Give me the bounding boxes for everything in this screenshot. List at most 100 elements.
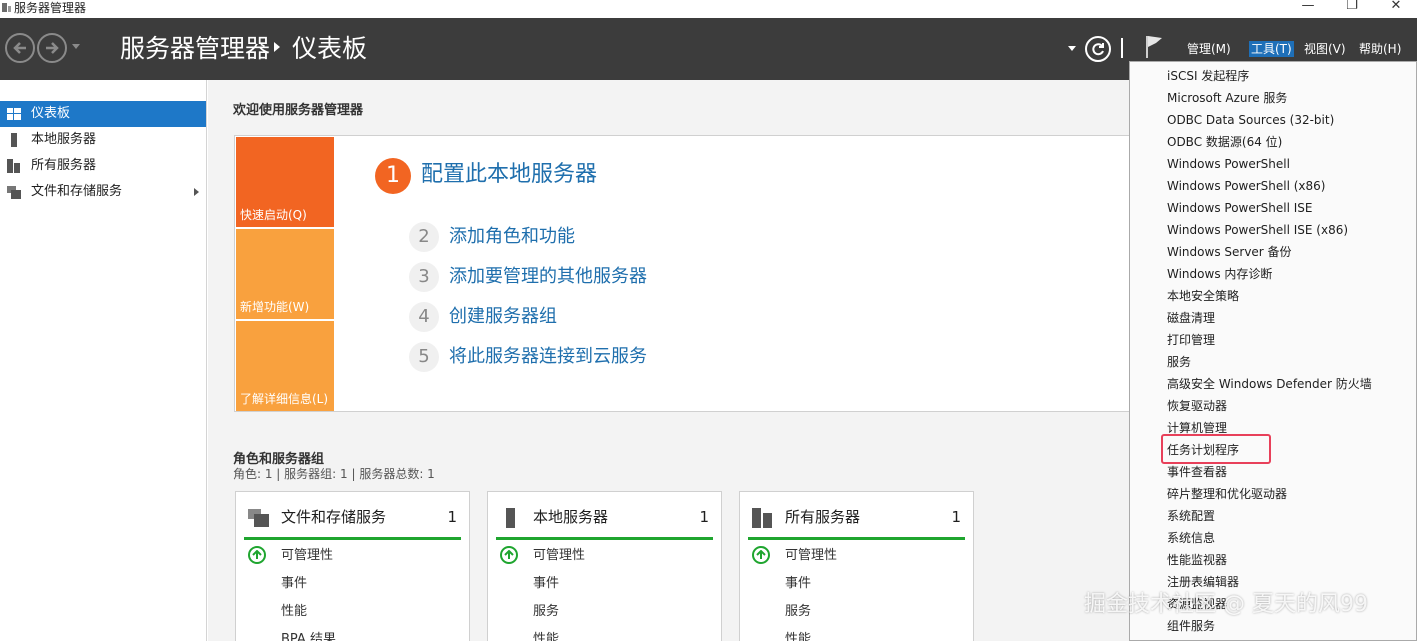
header-dropdown-icon[interactable] bbox=[1068, 46, 1076, 51]
refresh-button[interactable] bbox=[1085, 36, 1111, 62]
highlight-box bbox=[1161, 434, 1271, 464]
tile-label: 快速启动(Q) bbox=[240, 208, 307, 222]
notification-flag-icon[interactable] bbox=[1144, 34, 1164, 60]
storage-icon bbox=[248, 509, 269, 527]
sidebar-item-label: 所有服务器 bbox=[31, 158, 97, 173]
server-icon bbox=[11, 133, 17, 147]
status-bar bbox=[496, 537, 713, 540]
close-button[interactable]: ✕ bbox=[1376, 0, 1416, 18]
sidebar-item-all-servers[interactable]: 所有服务器 bbox=[0, 153, 206, 179]
menu-item-powershell-ise[interactable]: Windows PowerShell ISE bbox=[1167, 199, 1313, 217]
menu-item-system-configuration[interactable]: 系统配置 bbox=[1167, 507, 1215, 525]
menu-tools[interactable]: 工具(T) bbox=[1249, 41, 1294, 57]
server-manager-app-icon bbox=[2, 3, 11, 12]
step-link-create-group[interactable]: 创建服务器组 bbox=[449, 302, 557, 332]
card-title: 所有服务器 bbox=[785, 508, 861, 526]
menu-item-print-management[interactable]: 打印管理 bbox=[1167, 331, 1215, 349]
back-button[interactable] bbox=[5, 33, 35, 63]
restore-button[interactable]: ❐ bbox=[1332, 0, 1372, 18]
step-link-add-roles[interactable]: 添加角色和功能 bbox=[449, 222, 575, 252]
breadcrumb-separator-icon bbox=[274, 42, 280, 52]
menu-item-server-backup[interactable]: Windows Server 备份 bbox=[1167, 243, 1292, 261]
status-ok-icon bbox=[500, 546, 518, 564]
server-icon bbox=[506, 508, 515, 528]
sidebar-item-dashboard[interactable]: 仪表板 bbox=[0, 101, 206, 127]
menu-item-odbc-64[interactable]: ODBC 数据源(64 位) bbox=[1167, 133, 1282, 151]
card-row-performance[interactable]: 性能 bbox=[281, 603, 307, 621]
sidebar-item-label: 仪表板 bbox=[31, 106, 71, 121]
step-number-2: 2 bbox=[409, 222, 439, 252]
role-card-local-server[interactable]: 本地服务器 1 可管理性 事件 服务 性能 bbox=[487, 491, 722, 641]
refresh-icon bbox=[1092, 43, 1104, 56]
menu-item-local-security-policy[interactable]: 本地安全策略 bbox=[1167, 287, 1239, 305]
step-link-add-servers[interactable]: 添加要管理的其他服务器 bbox=[449, 262, 647, 292]
welcome-heading: 欢迎使用服务器管理器 bbox=[233, 103, 364, 118]
arrow-right-icon bbox=[46, 42, 59, 54]
window-title: 服务器管理器 bbox=[14, 1, 87, 15]
storage-icon bbox=[7, 186, 21, 199]
sidebar: 仪表板 本地服务器 所有服务器 文件和存储服务 bbox=[0, 80, 207, 641]
card-row-manageability[interactable]: 可管理性 bbox=[533, 547, 585, 565]
status-ok-icon bbox=[752, 546, 770, 564]
tile-quick-start[interactable]: 快速启动(Q) bbox=[236, 137, 334, 227]
sidebar-item-file-storage[interactable]: 文件和存储服务 bbox=[0, 179, 206, 205]
card-row-performance[interactable]: 性能 bbox=[785, 631, 811, 641]
card-row-bpa[interactable]: BPA 结果 bbox=[281, 631, 336, 641]
watermark-text: 掘金技术社区 @ 夏天的风99 bbox=[1084, 592, 1368, 617]
menu-item-event-viewer[interactable]: 事件查看器 bbox=[1167, 463, 1227, 481]
history-dropdown-icon[interactable] bbox=[72, 44, 80, 49]
menu-help[interactable]: 帮助(H) bbox=[1359, 41, 1401, 57]
role-card-all-servers[interactable]: 所有服务器 1 可管理性 事件 服务 性能 bbox=[739, 491, 974, 641]
menu-view[interactable]: 视图(V) bbox=[1304, 41, 1346, 57]
menu-item-recovery-drive[interactable]: 恢复驱动器 bbox=[1167, 397, 1227, 415]
card-row-manageability[interactable]: 可管理性 bbox=[281, 547, 333, 565]
card-count: 1 bbox=[447, 508, 457, 526]
step-number-3: 3 bbox=[409, 262, 439, 292]
tools-dropdown-menu: iSCSI 发起程序 Microsoft Azure 服务 ODBC Data … bbox=[1129, 61, 1417, 641]
sidebar-item-label: 文件和存储服务 bbox=[31, 184, 123, 199]
card-row-services[interactable]: 服务 bbox=[533, 603, 559, 621]
arrow-left-icon bbox=[13, 42, 26, 54]
menu-item-iscsi[interactable]: iSCSI 发起程序 bbox=[1167, 67, 1249, 85]
card-row-events[interactable]: 事件 bbox=[785, 575, 811, 593]
menu-item-services[interactable]: 服务 bbox=[1167, 353, 1191, 371]
menu-item-powershell[interactable]: Windows PowerShell bbox=[1167, 155, 1290, 173]
menu-item-performance-monitor[interactable]: 性能监视器 bbox=[1167, 551, 1227, 569]
card-count: 1 bbox=[951, 508, 961, 526]
card-row-events[interactable]: 事件 bbox=[533, 575, 559, 593]
card-row-services[interactable]: 服务 bbox=[785, 603, 811, 621]
tile-learn-more[interactable]: 了解详细信息(L) bbox=[236, 321, 334, 411]
step-number-5: 5 bbox=[409, 342, 439, 372]
tile-whats-new[interactable]: 新增功能(W) bbox=[236, 229, 334, 319]
menu-item-azure[interactable]: Microsoft Azure 服务 bbox=[1167, 89, 1287, 107]
menu-item-powershell-x86[interactable]: Windows PowerShell (x86) bbox=[1167, 177, 1325, 195]
card-row-events[interactable]: 事件 bbox=[281, 575, 307, 593]
menu-item-odbc-32[interactable]: ODBC Data Sources (32-bit) bbox=[1167, 111, 1334, 129]
card-row-performance[interactable]: 性能 bbox=[533, 631, 559, 641]
menu-item-defender-firewall[interactable]: 高级安全 Windows Defender 防火墙 bbox=[1167, 375, 1372, 393]
sidebar-item-label: 本地服务器 bbox=[31, 132, 97, 147]
card-row-manageability[interactable]: 可管理性 bbox=[785, 547, 837, 565]
role-card-file-storage[interactable]: 文件和存储服务 1 可管理性 事件 性能 BPA 结果 bbox=[235, 491, 470, 641]
minimize-button[interactable]: — bbox=[1288, 0, 1328, 18]
title-bar: 服务器管理器 — ❐ ✕ bbox=[0, 0, 1417, 18]
menu-item-registry-editor[interactable]: 注册表编辑器 bbox=[1167, 573, 1239, 591]
menu-item-defragment[interactable]: 碎片整理和优化驱动器 bbox=[1167, 485, 1287, 503]
tile-label: 了解详细信息(L) bbox=[240, 392, 329, 406]
servers-icon bbox=[7, 159, 20, 173]
menu-item-system-information[interactable]: 系统信息 bbox=[1167, 529, 1215, 547]
menu-manage[interactable]: 管理(M) bbox=[1187, 41, 1231, 57]
step-link-configure-local-server[interactable]: 配置此本地服务器 bbox=[421, 158, 597, 192]
step-link-connect-cloud[interactable]: 将此服务器连接到云服务 bbox=[449, 342, 647, 372]
dashboard-icon bbox=[7, 108, 21, 120]
menu-item-powershell-ise-x86[interactable]: Windows PowerShell ISE (x86) bbox=[1167, 221, 1348, 239]
expand-arrow-icon[interactable] bbox=[194, 188, 199, 196]
card-title: 文件和存储服务 bbox=[281, 508, 387, 526]
forward-button[interactable] bbox=[37, 33, 67, 63]
status-bar bbox=[244, 537, 461, 540]
status-ok-icon bbox=[248, 546, 266, 564]
tile-label: 新增功能(W) bbox=[240, 300, 310, 314]
menu-item-memory-diagnostic[interactable]: Windows 内存诊断 bbox=[1167, 265, 1272, 283]
sidebar-item-local-server[interactable]: 本地服务器 bbox=[0, 127, 206, 153]
menu-item-disk-cleanup[interactable]: 磁盘清理 bbox=[1167, 309, 1215, 327]
